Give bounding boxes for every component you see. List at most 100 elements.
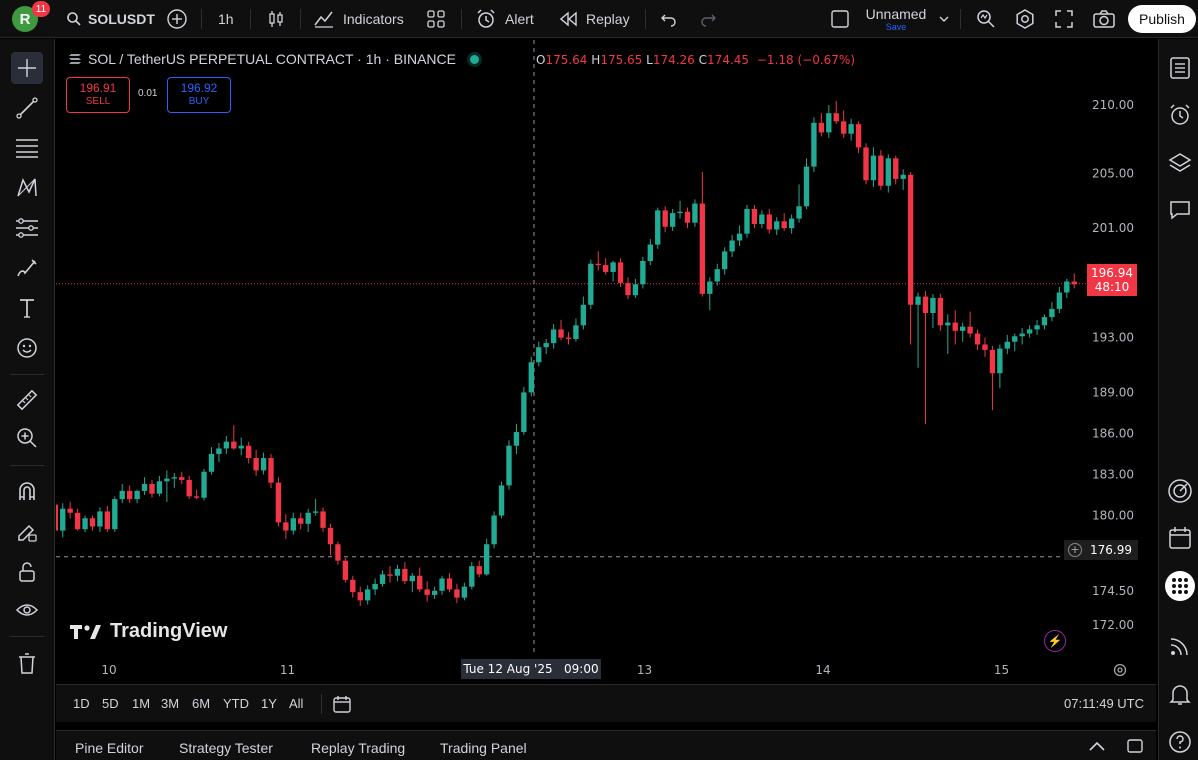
candle[interactable] <box>1041 314 1048 330</box>
candle[interactable] <box>781 213 787 231</box>
candle[interactable] <box>580 296 587 330</box>
candle[interactable] <box>878 150 884 190</box>
candle[interactable] <box>305 508 311 532</box>
candle[interactable] <box>216 443 222 463</box>
settings-button[interactable] <box>1014 0 1036 38</box>
candle[interactable] <box>610 261 616 282</box>
candle[interactable] <box>870 147 877 188</box>
candle[interactable] <box>796 184 802 223</box>
candle[interactable] <box>588 259 594 309</box>
candle[interactable] <box>721 247 728 275</box>
candle[interactable] <box>357 586 363 606</box>
range-ytd[interactable]: YTD <box>223 696 249 711</box>
candle[interactable] <box>1071 273 1077 289</box>
interval-button[interactable]: 1h <box>218 0 234 38</box>
zoom-in-tool[interactable] <box>11 422 43 454</box>
candle[interactable] <box>803 158 810 209</box>
candle[interactable] <box>379 570 386 587</box>
candle[interactable] <box>617 258 624 287</box>
chart-legend[interactable]: SOL / TetherUS PERPETUAL CONTRACT · 1h ·… <box>68 51 489 67</box>
notifications-button[interactable] <box>1165 679 1195 709</box>
candle[interactable] <box>595 251 601 271</box>
candle[interactable] <box>729 235 735 257</box>
candle[interactable] <box>528 356 534 397</box>
candle[interactable] <box>640 256 646 289</box>
candle[interactable] <box>156 475 163 497</box>
candle[interactable] <box>1026 325 1033 338</box>
candle[interactable] <box>268 453 274 489</box>
watchlist-button[interactable] <box>1165 53 1195 83</box>
goto-date-button[interactable] <box>332 694 352 717</box>
layout-menu-button[interactable] <box>938 0 950 38</box>
forecasting-tool[interactable] <box>11 212 43 244</box>
lock-drawings-tool[interactable] <box>11 556 43 588</box>
candle[interactable] <box>1019 328 1025 345</box>
candle[interactable] <box>744 204 750 238</box>
candle[interactable] <box>298 512 304 530</box>
candle[interactable] <box>967 311 973 338</box>
sell-button[interactable]: 196.91 SELL <box>66 77 130 113</box>
hide-drawings-tool[interactable] <box>11 594 43 626</box>
candle[interactable] <box>275 477 282 527</box>
candle[interactable] <box>684 207 691 229</box>
candle[interactable] <box>565 332 572 345</box>
candle[interactable] <box>863 143 869 185</box>
candle[interactable] <box>707 277 713 311</box>
undo-button[interactable] <box>660 0 678 38</box>
quick-search-button[interactable] <box>975 0 997 38</box>
symbol-search-button[interactable]: SOLUSDT <box>66 0 155 38</box>
candle[interactable] <box>327 523 334 556</box>
alerts-panel-button[interactable] <box>1165 100 1195 130</box>
replay-button[interactable]: Replay <box>560 0 630 38</box>
range-all[interactable]: All <box>289 696 303 711</box>
tab-strategy-tester[interactable]: Strategy Tester <box>179 740 273 756</box>
candle[interactable] <box>164 470 170 502</box>
candle[interactable] <box>476 560 482 578</box>
candle[interactable] <box>402 562 408 584</box>
candle[interactable] <box>290 512 296 535</box>
candle[interactable] <box>126 485 133 504</box>
candle[interactable] <box>647 239 653 266</box>
candle[interactable] <box>506 440 512 490</box>
candle[interactable] <box>149 479 155 498</box>
candle[interactable] <box>134 489 140 504</box>
magnet-tool[interactable] <box>11 476 43 508</box>
candle[interactable] <box>602 258 609 275</box>
candle[interactable] <box>759 210 765 229</box>
candle[interactable] <box>751 204 758 229</box>
candle[interactable] <box>312 499 319 516</box>
candle[interactable] <box>1064 278 1070 298</box>
candle[interactable] <box>855 121 862 153</box>
plus-circle-icon[interactable]: + <box>1068 543 1082 557</box>
candle[interactable] <box>692 199 698 227</box>
products-button[interactable] <box>1165 571 1195 601</box>
candle[interactable] <box>498 481 505 519</box>
candle[interactable] <box>818 113 825 137</box>
candle[interactable] <box>915 292 921 368</box>
candle[interactable] <box>335 541 341 565</box>
brush-tool[interactable] <box>11 252 43 284</box>
candle[interactable] <box>409 573 415 593</box>
candle[interactable] <box>1004 334 1010 355</box>
crosshair-tool[interactable] <box>11 52 43 84</box>
chats-button[interactable] <box>1165 195 1195 225</box>
candle[interactable] <box>387 566 393 583</box>
candle[interactable] <box>60 503 66 538</box>
candle[interactable] <box>930 293 936 329</box>
layout-checkbox[interactable] <box>830 0 850 38</box>
candle[interactable] <box>907 172 914 345</box>
fib-tool[interactable] <box>11 132 43 164</box>
candle[interactable] <box>989 345 996 411</box>
layout-name-button[interactable]: Unnamed Save <box>862 0 930 38</box>
candle[interactable] <box>372 578 378 595</box>
maximize-panel-button[interactable] <box>1126 738 1144 757</box>
crosshair-price-label[interactable]: + 176.99 <box>1064 540 1138 560</box>
candle[interactable] <box>669 209 676 231</box>
candle[interactable] <box>662 206 668 233</box>
candle[interactable] <box>97 507 103 532</box>
lightning-icon[interactable]: ⚡ <box>1044 630 1066 652</box>
calendar-button[interactable] <box>1165 523 1195 553</box>
candle[interactable] <box>788 214 795 234</box>
candle[interactable] <box>208 447 215 475</box>
measure-tool[interactable] <box>11 384 43 416</box>
